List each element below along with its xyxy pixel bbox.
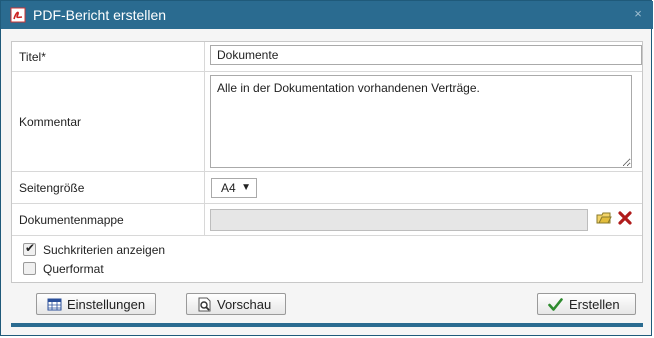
folder-row: Dokumentenmappe (12, 204, 642, 236)
checkmark-icon: ✔ (25, 241, 36, 255)
title-input[interactable] (210, 45, 642, 65)
dropdown-arrow-icon: ▼ (241, 182, 251, 193)
folder-select-icon[interactable] (596, 211, 612, 228)
page-size-row: Seitengröße A4 ▼ (12, 172, 642, 204)
create-button[interactable]: Erstellen (537, 293, 636, 315)
footer-divider (11, 323, 643, 327)
column-divider (204, 72, 205, 171)
settings-button[interactable]: Einstellungen (36, 293, 156, 315)
pdf-report-dialog: PDF-Bericht erstellen × Titel* Kommentar… (0, 0, 653, 336)
page-size-value: A4 (221, 181, 236, 195)
close-icon[interactable]: × (631, 7, 645, 21)
column-divider (204, 204, 205, 235)
clear-x-icon[interactable] (618, 211, 632, 228)
preview-button-label: Vorschau (217, 297, 272, 312)
page-size-select[interactable]: A4 ▼ (211, 178, 257, 198)
checkmark-icon (548, 297, 563, 312)
title-label: Titel* (19, 50, 46, 64)
settings-button-label: Einstellungen (67, 297, 146, 312)
title-row: Titel* (12, 42, 642, 72)
landscape-label: Querformat (43, 262, 104, 276)
landscape-checkbox[interactable] (23, 262, 36, 275)
comment-row: Kommentar Alle in der Dokumentation vorh… (12, 72, 642, 172)
column-divider (204, 42, 205, 71)
show-criteria-checkbox[interactable]: ✔ (23, 241, 36, 256)
folder-label: Dokumentenmappe (19, 213, 124, 227)
form-panel: Titel* Kommentar Alle in der Dokumentati… (11, 41, 643, 283)
create-button-label: Erstellen (569, 297, 620, 312)
comment-label: Kommentar (19, 115, 82, 129)
column-divider (204, 172, 205, 203)
magnifier-page-icon (197, 297, 212, 312)
dialog-titlebar[interactable]: PDF-Bericht erstellen × (1, 1, 653, 29)
folder-input (210, 209, 588, 231)
dialog-title: PDF-Bericht erstellen (33, 7, 167, 23)
pdf-icon (10, 7, 26, 23)
preview-button[interactable]: Vorschau (186, 293, 286, 315)
show-criteria-label: Suchkriterien anzeigen (43, 243, 166, 257)
page-size-label: Seitengröße (19, 181, 85, 195)
table-icon (47, 297, 62, 312)
comment-textarea[interactable]: Alle in der Dokumentation vorhandenen Ve… (210, 75, 632, 168)
